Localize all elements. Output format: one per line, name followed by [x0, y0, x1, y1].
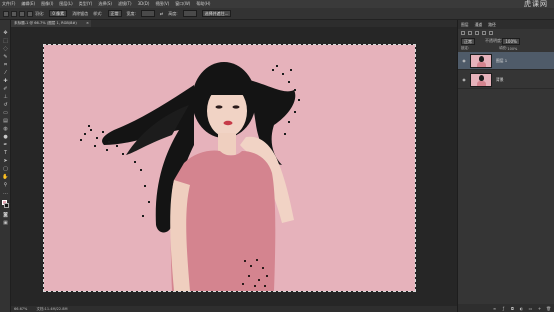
tab-paths[interactable]: 路径	[488, 22, 496, 28]
menu-select[interactable]: 选择(S)	[98, 0, 112, 8]
width-label: 宽度:	[126, 10, 136, 16]
blur-tool-icon[interactable]: ◍	[2, 126, 9, 132]
stamp-tool-icon[interactable]: ⊥	[2, 94, 9, 100]
feather-label: 羽化:	[35, 10, 45, 16]
menu-filter[interactable]: 滤镜(T)	[118, 0, 132, 8]
width-input[interactable]	[140, 10, 155, 17]
style-label: 样式:	[93, 10, 103, 16]
tab-channels[interactable]: 通道	[475, 22, 483, 28]
layer-row-1[interactable]: ◉ 图层 1	[458, 52, 554, 70]
layers-panel: 图层 通道 路径 正常 不透明度: 100% 锁定: 填充: 100% ◉ 图层…	[457, 20, 554, 312]
canvas-area[interactable]	[11, 27, 457, 306]
menu-view[interactable]: 视图(V)	[155, 0, 169, 8]
portrait-illustration	[44, 45, 415, 291]
menu-type[interactable]: 类型(Y)	[79, 0, 93, 8]
antialias-checkbox[interactable]: 消除锯齿	[72, 11, 88, 17]
brush-tool-icon[interactable]: ✐	[2, 86, 9, 92]
layer-row-background[interactable]: ◉ 背景	[458, 71, 554, 89]
options-bar: 羽化: 0 像素 消除锯齿 样式: 正常 宽度: ⇄ 高度: 选择并遮住...	[0, 8, 554, 20]
select-and-mask-button[interactable]: 选择并遮住...	[201, 10, 232, 17]
document-tab-title: 未标题-1 @ 66.7% (图层 1, RGB/8#)	[14, 21, 77, 25]
filter-pixel-icon[interactable]	[461, 31, 465, 35]
menu-layer[interactable]: 图层(L)	[59, 0, 72, 8]
blend-row: 正常 不透明度: 100%	[458, 37, 554, 45]
filter-type-icon[interactable]	[475, 31, 479, 35]
filter-adjustment-icon[interactable]	[468, 31, 472, 35]
fill-label: 填充:	[499, 46, 508, 50]
eraser-tool-icon[interactable]: ▭	[2, 110, 9, 116]
healing-tool-icon[interactable]: ✚	[2, 78, 9, 84]
history-brush-icon[interactable]: ↺	[2, 102, 9, 108]
zoom-tool-icon[interactable]: ⚲	[2, 182, 9, 188]
document-size: 文档:11.4M/22.8M	[36, 307, 68, 311]
fill-input[interactable]: 100%	[507, 47, 517, 51]
layer-name[interactable]: 背景	[496, 77, 504, 83]
trash-icon[interactable]: 🗑	[546, 306, 551, 311]
pen-tool-icon[interactable]: ✒	[2, 142, 9, 148]
menu-help[interactable]: 帮助(H)	[196, 0, 210, 8]
menu-bar: 文件(F) 编辑(E) 图像(I) 图层(L) 类型(Y) 选择(S) 滤镜(T…	[0, 0, 554, 8]
dodge-tool-icon[interactable]: ●	[2, 134, 9, 140]
document-tab[interactable]: 未标题-1 @ 66.7% (图层 1, RGB/8#) ×	[11, 20, 91, 27]
lock-row: 锁定: 填充: 100%	[458, 45, 554, 52]
height-label: 高度:	[168, 10, 178, 16]
hand-tool-icon[interactable]: ✋	[2, 174, 9, 180]
zoom-level[interactable]: 66.67%	[14, 307, 27, 311]
background-color-swatch[interactable]	[4, 203, 9, 208]
eye-icon[interactable]: ◉	[461, 58, 467, 64]
screen-mode-icon[interactable]: ▣	[2, 220, 9, 226]
swap-icon[interactable]: ⇄	[160, 11, 163, 16]
tab-layers[interactable]: 图层	[461, 22, 469, 28]
lasso-tool-icon[interactable]: ◌	[2, 46, 9, 52]
status-bar: 66.67% 文档:11.4M/22.8M	[11, 306, 457, 312]
new-layer-icon[interactable]: +	[537, 306, 542, 311]
subtract-selection-icon[interactable]	[27, 10, 33, 17]
marquee-tool-icon[interactable]: ⬚	[2, 38, 9, 44]
mask-icon[interactable]: ◘	[510, 306, 515, 311]
style-select[interactable]: 正常	[107, 10, 122, 17]
menu-window[interactable]: 窗口(W)	[175, 0, 190, 8]
blend-mode-select[interactable]: 正常	[461, 37, 475, 45]
gradient-tool-icon[interactable]: ▤	[2, 118, 9, 124]
link-icon[interactable]: ∞	[492, 306, 497, 311]
close-icon[interactable]: ×	[86, 20, 89, 27]
eyedropper-tool-icon[interactable]: ⁄	[2, 70, 9, 76]
path-select-icon[interactable]: ➤	[2, 158, 9, 164]
shape-tool-icon[interactable]: ▢	[2, 166, 9, 172]
type-tool-icon[interactable]: T	[2, 150, 9, 156]
layer-filter-row	[458, 29, 554, 37]
menu-file[interactable]: 文件(F)	[2, 0, 15, 8]
tools-panel: ✥ ⬚ ◌ ✎ ⌗ ⁄ ✚ ✐ ⊥ ↺ ▭ ▤ ◍ ● ✒ T ➤ ▢ ✋ ⚲ …	[0, 20, 11, 312]
quick-select-tool-icon[interactable]: ✎	[2, 54, 9, 60]
adjustment-icon[interactable]: ◐	[519, 306, 524, 311]
add-selection-icon[interactable]	[19, 10, 25, 17]
opacity-input[interactable]: 100%	[502, 37, 520, 45]
feather-input[interactable]: 0 像素	[49, 10, 68, 17]
filter-shape-icon[interactable]	[482, 31, 486, 35]
new-selection-icon[interactable]	[11, 10, 17, 17]
opacity-label: 不透明度:	[485, 38, 503, 43]
panel-tabs: 图层 通道 路径	[458, 20, 554, 29]
eye-icon[interactable]: ◉	[461, 77, 467, 83]
watermark-logo: 虎课网	[524, 0, 548, 8]
layers-panel-footer: ∞ ƒ ◘ ◐ ▭ + 🗑	[458, 304, 554, 312]
layer-thumbnail	[470, 72, 492, 87]
layer-name[interactable]: 图层 1	[496, 58, 507, 64]
lock-label: 锁定:	[461, 46, 470, 50]
tool-preset-icon[interactable]	[3, 10, 9, 17]
menu-image[interactable]: 图像(I)	[41, 0, 53, 8]
menu-3d[interactable]: 3D(D)	[138, 0, 150, 8]
layer-thumbnail	[470, 53, 492, 68]
move-tool-icon[interactable]: ✥	[2, 30, 9, 36]
more-tools-icon[interactable]: …	[2, 190, 9, 196]
filter-smart-icon[interactable]	[489, 31, 493, 35]
document-image[interactable]	[43, 44, 416, 292]
height-input[interactable]	[182, 10, 197, 17]
crop-tool-icon[interactable]: ⌗	[2, 62, 9, 68]
quick-mask-icon[interactable]: ◙	[2, 212, 9, 218]
document-tab-bar: 未标题-1 @ 66.7% (图层 1, RGB/8#) ×	[11, 20, 457, 27]
menu-edit[interactable]: 编辑(E)	[21, 0, 35, 8]
folder-icon[interactable]: ▭	[528, 306, 533, 311]
fx-icon[interactable]: ƒ	[501, 306, 506, 311]
